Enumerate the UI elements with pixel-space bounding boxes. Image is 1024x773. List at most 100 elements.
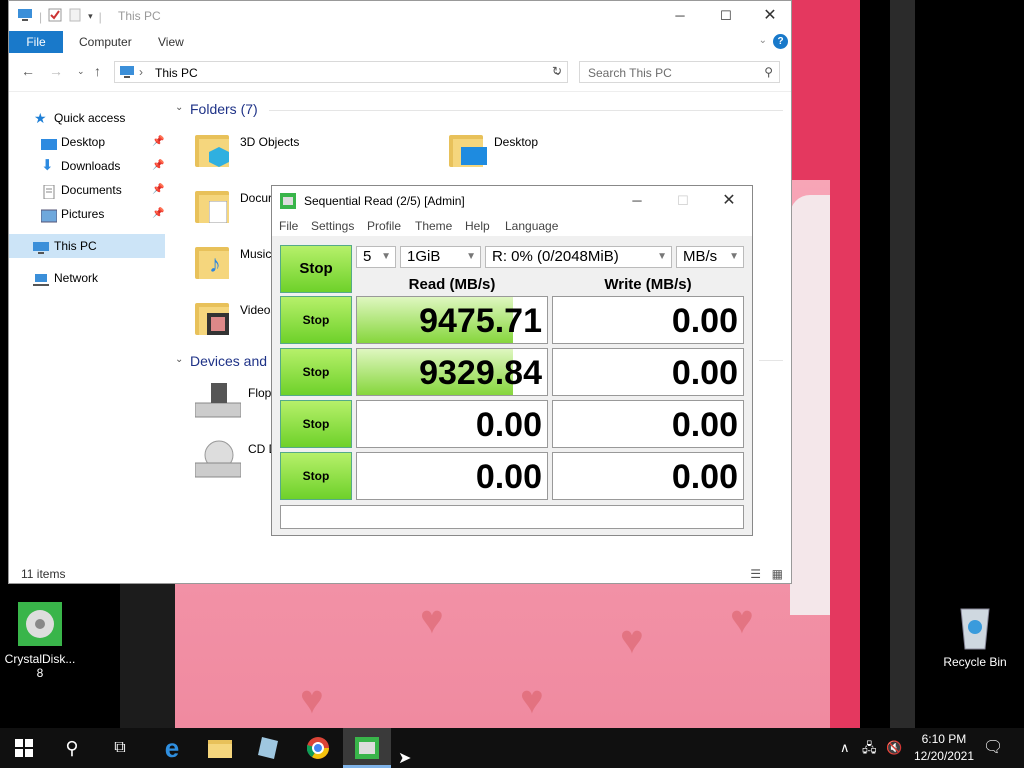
internet-explorer-icon[interactable]: e — [148, 728, 196, 768]
properties-icon[interactable] — [48, 8, 62, 25]
sidebar-item-downloads[interactable]: ⬇ Downloads 📌 — [9, 154, 165, 178]
pin-icon[interactable]: 📌 — [152, 130, 164, 154]
unit-value: MB/s — [683, 248, 718, 265]
menu-help[interactable]: Help — [465, 219, 490, 233]
back-arrow-icon[interactable]: ← — [21, 63, 35, 79]
devices-group-header[interactable]: Devices and — [190, 353, 267, 369]
drive-select[interactable]: R: 0% (0/2048MiB) ▼ — [485, 246, 672, 268]
expand-ribbon-chevron-icon[interactable]: ⌄ — [759, 35, 767, 46]
crystaldiskmark-shortcut[interactable]: CrystalDisk... 8 — [0, 600, 80, 680]
music-note-icon: ♪ — [209, 251, 221, 278]
folder-label[interactable]: Docur — [240, 191, 272, 205]
pin-icon[interactable]: 📌 — [152, 178, 164, 202]
menu-settings[interactable]: Settings — [311, 219, 354, 233]
sidebar-item-quick-access[interactable]: ★ Quick access — [9, 106, 165, 130]
test-size-select[interactable]: 1GiB ▼ — [400, 246, 481, 268]
chrome-icon[interactable] — [294, 728, 342, 768]
test-stop-button[interactable]: Stop — [280, 400, 352, 448]
unit-select[interactable]: MB/s ▼ — [676, 246, 744, 268]
folder-music-icon[interactable]: ♪ — [195, 241, 229, 281]
pin-icon[interactable]: 📌 — [152, 202, 164, 226]
tab-computer[interactable]: Computer — [79, 31, 132, 53]
task-view-icon[interactable]: ⧉ — [96, 728, 144, 768]
up-arrow-icon[interactable]: ↑ — [94, 63, 101, 79]
action-center-icon[interactable]: 🗨 — [983, 728, 1003, 768]
write-column-header: Write (MB/s) — [604, 276, 692, 293]
sidebar-item-desktop[interactable]: Desktop 📌 — [9, 130, 165, 154]
folder-videos-icon[interactable] — [195, 297, 229, 337]
read-result-cell: 9329.84 — [356, 348, 548, 396]
breadcrumb-chevron-icon[interactable]: › — [139, 65, 143, 79]
collapse-chevron-icon[interactable]: ⌄ — [175, 102, 183, 113]
menu-language[interactable]: Language — [505, 219, 558, 233]
menu-profile[interactable]: Profile — [367, 219, 401, 233]
customize-toolbar-chevron-icon[interactable]: ▾ — [88, 11, 93, 22]
test-stop-button[interactable]: Stop — [280, 452, 352, 500]
folder-label[interactable]: Music — [240, 247, 271, 261]
sidebar-item-documents[interactable]: Documents 📌 — [9, 178, 165, 202]
new-folder-icon[interactable] — [68, 8, 82, 25]
toolbar-separator: | — [98, 9, 102, 24]
refresh-icon[interactable]: ↻ — [552, 64, 562, 78]
minimize-button[interactable]: ─ — [614, 186, 660, 216]
collapse-chevron-icon[interactable]: ⌄ — [175, 354, 183, 365]
menu-file[interactable]: File — [279, 219, 298, 233]
recent-locations-chevron-icon[interactable]: ⌄ — [77, 66, 85, 77]
tab-view[interactable]: View — [158, 31, 184, 53]
sidebar-item-network[interactable]: Network — [9, 266, 165, 290]
write-result-cell: 0.00 — [552, 296, 744, 344]
search-input[interactable]: Search This PC ⚲ — [579, 61, 780, 83]
folder-label[interactable]: Desktop — [494, 135, 538, 149]
recycle-bin-shortcut[interactable]: Recycle Bin — [935, 603, 1015, 669]
write-value: 0.00 — [671, 302, 738, 340]
test-stop-button[interactable]: Stop — [280, 296, 352, 344]
heart-icon: ♥ — [520, 678, 544, 722]
maximize-button[interactable]: ☐ — [660, 186, 706, 216]
large-icons-view-icon[interactable]: ▦ — [772, 567, 783, 581]
test-size-value: 1GiB — [407, 248, 441, 265]
system-clock[interactable]: 6:10 PM 12/20/2021 — [914, 731, 974, 765]
folder-label[interactable]: 3D Objects — [240, 135, 299, 149]
sidebar-item-pictures[interactable]: Pictures 📌 — [9, 202, 165, 226]
pictures-icon — [40, 207, 58, 223]
notepad-icon[interactable] — [244, 728, 292, 768]
write-result-cell: 0.00 — [552, 348, 744, 396]
network-status-icon[interactable]: 🖧 — [862, 728, 877, 768]
floppy-drive-icon[interactable] — [194, 383, 242, 422]
maximize-button[interactable]: ☐ — [703, 1, 749, 31]
close-button[interactable]: ✕ — [706, 186, 752, 216]
breadcrumb-this-pc[interactable]: This PC — [155, 66, 198, 80]
tab-file[interactable]: File — [9, 31, 63, 53]
search-icon[interactable]: ⚲ — [48, 728, 96, 768]
computer-icon — [17, 8, 33, 25]
address-bar[interactable]: › This PC ⌄ — [114, 61, 568, 83]
stop-all-button[interactable]: Stop — [280, 245, 352, 293]
help-icon[interactable]: ? — [773, 34, 788, 49]
forward-arrow-icon[interactable]: → — [49, 63, 63, 79]
test-stop-button[interactable]: Stop — [280, 348, 352, 396]
volume-muted-icon[interactable]: 🔇 — [886, 728, 902, 768]
close-button[interactable]: ✕ — [747, 1, 793, 31]
sidebar-item-this-pc[interactable]: This PC — [9, 234, 165, 258]
show-hidden-icons-chevron-icon[interactable]: ∧ — [840, 728, 850, 768]
details-view-icon[interactable]: ☰ — [750, 567, 761, 581]
window-title: This PC — [118, 9, 161, 23]
minimize-button[interactable]: ─ — [657, 1, 703, 31]
chevron-down-icon: ▼ — [657, 251, 667, 262]
start-button[interactable] — [0, 728, 48, 768]
desktop-icon — [41, 135, 57, 150]
write-value: 0.00 — [671, 406, 738, 444]
test-count-select[interactable]: 5 ▼ — [356, 246, 396, 268]
read-value: 9329.84 — [419, 354, 542, 392]
file-explorer-taskbar-icon[interactable] — [196, 728, 244, 768]
folders-group-header[interactable]: Folders (7) — [190, 101, 258, 117]
folder-documents-icon[interactable] — [195, 185, 229, 225]
pin-icon[interactable]: 📌 — [152, 154, 164, 178]
computer-icon — [33, 239, 49, 254]
cd-drive-icon[interactable] — [194, 439, 242, 482]
crystaldiskmark-taskbar-icon[interactable] — [343, 728, 391, 768]
menu-theme[interactable]: Theme — [415, 219, 452, 233]
folder-desktop-icon[interactable] — [449, 129, 487, 169]
folder-3d-objects-icon[interactable] — [195, 129, 229, 169]
search-placeholder: Search This PC — [588, 66, 672, 80]
